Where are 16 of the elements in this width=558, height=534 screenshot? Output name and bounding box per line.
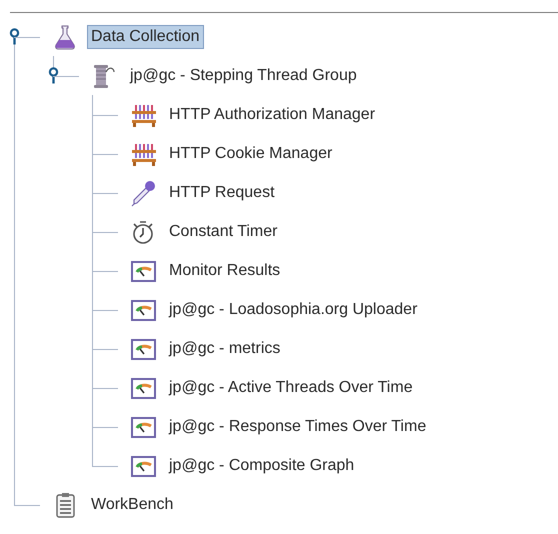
- expanded-handle-icon[interactable]: [46, 67, 61, 84]
- tree-item[interactable]: jp@gc - Loadosophia.org Uploader: [165, 298, 422, 322]
- tree-item[interactable]: jp@gc - Response Times Over Time: [165, 414, 430, 438]
- tree-item[interactable]: WorkBench: [87, 492, 178, 516]
- dropper-icon: [129, 178, 157, 206]
- tree-item[interactable]: Constant Timer: [165, 220, 282, 244]
- tree-item[interactable]: Data Collection: [87, 24, 204, 48]
- expanded-handle-icon[interactable]: [7, 28, 22, 45]
- tree-item[interactable]: HTTP Authorization Manager: [165, 102, 380, 126]
- tree-item[interactable]: Monitor Results: [165, 258, 284, 282]
- tree-item[interactable]: HTTP Cookie Manager: [165, 142, 336, 166]
- tree-item[interactable]: jp@gc - Composite Graph: [165, 454, 358, 478]
- tree-item[interactable]: HTTP Request: [165, 180, 279, 204]
- tree-item[interactable]: jp@gc - metrics: [165, 336, 284, 360]
- tree-item[interactable]: jp@gc - Stepping Thread Group: [126, 64, 361, 88]
- tree-item[interactable]: jp@gc - Active Threads Over Time: [165, 376, 417, 400]
